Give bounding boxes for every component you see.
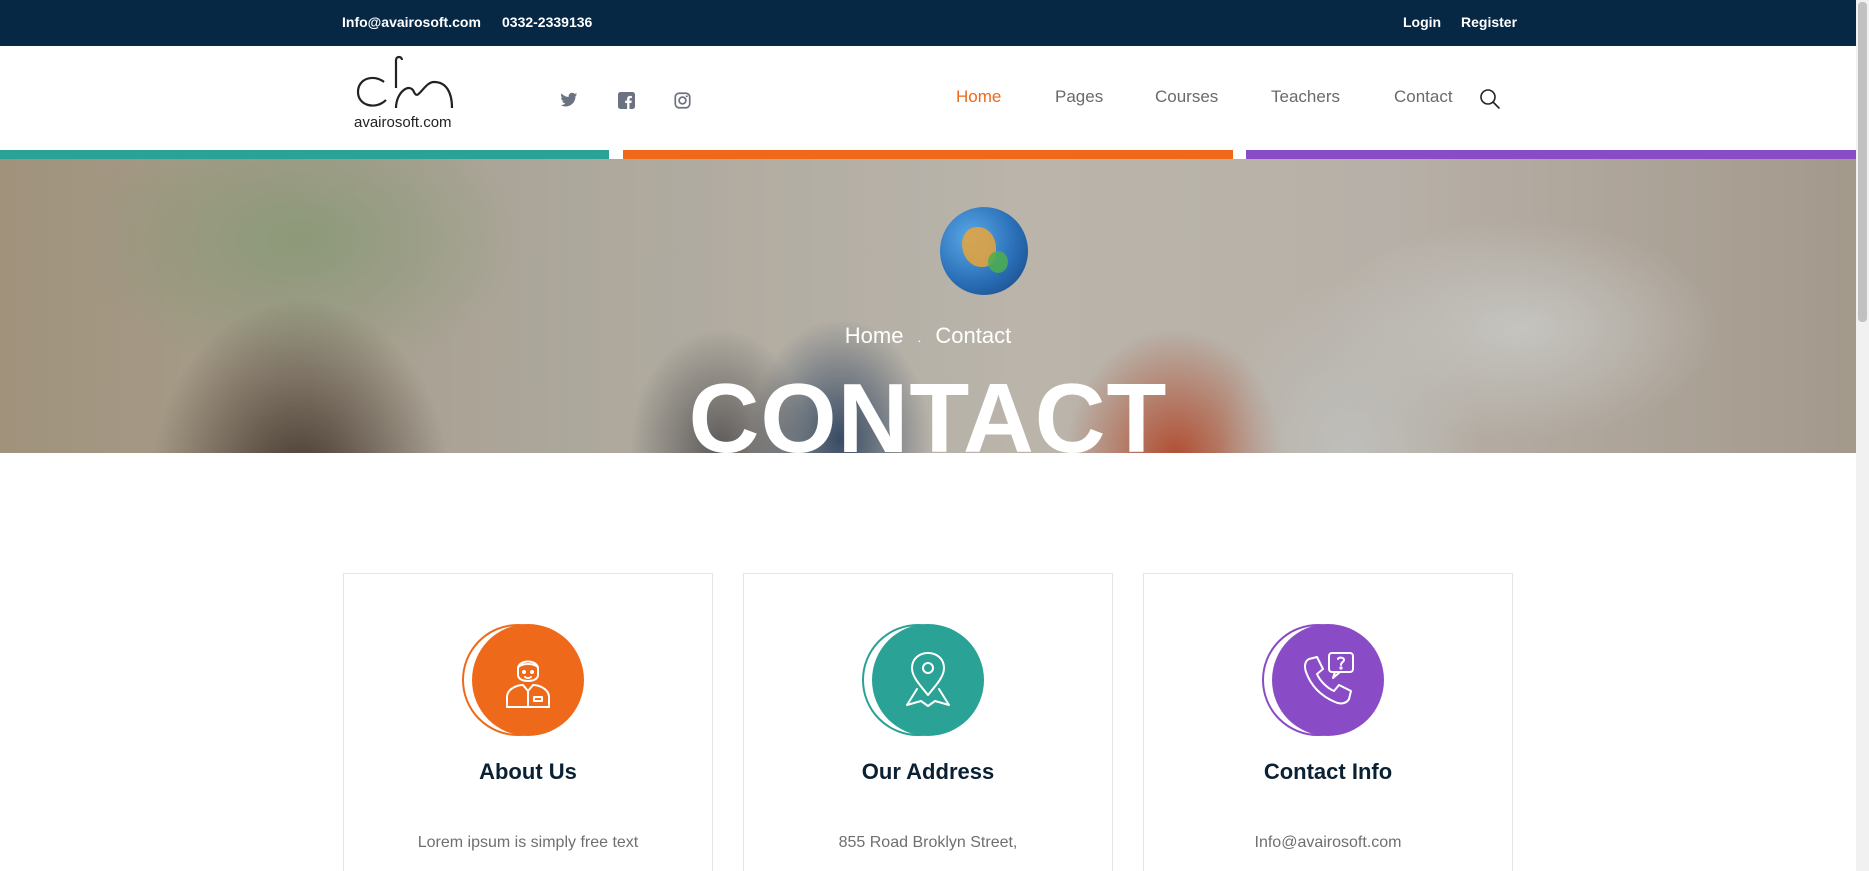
instagram-icon[interactable] <box>671 89 693 111</box>
purple-stripe <box>1246 150 1856 159</box>
orange-stripe <box>623 150 1233 159</box>
location-pin-icon <box>872 624 984 736</box>
card-icon-badge <box>1262 624 1384 736</box>
breadcrumb-separator: . <box>917 329 922 346</box>
facebook-icon[interactable] <box>615 89 637 111</box>
user-icon <box>472 624 584 736</box>
card-icon-badge <box>462 624 584 736</box>
topbar-email[interactable]: Info@avairosoft.com <box>342 14 481 30</box>
card-icon-badge <box>862 624 984 736</box>
phone-question-icon <box>1272 624 1384 736</box>
logo-text: avairosoft.com <box>354 114 452 131</box>
card-title: Our Address <box>861 759 995 784</box>
nav-teachers[interactable]: Teachers <box>1271 87 1340 107</box>
topbar-phone[interactable]: 0332-2339136 <box>502 14 592 30</box>
nav-home[interactable]: Home <box>956 87 1001 107</box>
breadcrumb-home[interactable]: Home <box>845 323 904 348</box>
card-text: Info@avairosoft.com <box>1254 834 1402 851</box>
our-address-card: Our Address 855 Road Broklyn Street, <box>743 573 1113 871</box>
register-link[interactable]: Register <box>1461 14 1517 30</box>
breadcrumb: Home. Contact <box>0 323 1856 349</box>
breadcrumb-current: Contact <box>935 323 1012 348</box>
nav-contact[interactable]: Contact <box>1394 87 1453 107</box>
nav-pages[interactable]: Pages <box>1055 87 1103 107</box>
twitter-icon[interactable] <box>558 89 580 111</box>
card-text: Lorem ipsum is simply free text <box>417 834 639 851</box>
contact-info-card: Contact Info Info@avairosoft.com <box>1143 573 1513 871</box>
main-navbar <box>0 46 1856 150</box>
card-title: About Us <box>479 759 577 784</box>
scrollbar-thumb[interactable] <box>1858 2 1867 322</box>
about-us-card: About Us Lorem ipsum is simply free text <box>343 573 713 871</box>
teal-stripe <box>0 150 609 159</box>
login-link[interactable]: Login <box>1403 14 1441 30</box>
globe-image <box>940 207 1028 295</box>
nav-courses[interactable]: Courses <box>1155 87 1218 107</box>
search-icon[interactable] <box>1478 87 1502 111</box>
top-bar: Info@avairosoft.com 0332-2339136 Login R… <box>0 0 1856 46</box>
card-text: 855 Road Broklyn Street, <box>838 834 1018 851</box>
card-title: Contact Info <box>1263 759 1393 784</box>
